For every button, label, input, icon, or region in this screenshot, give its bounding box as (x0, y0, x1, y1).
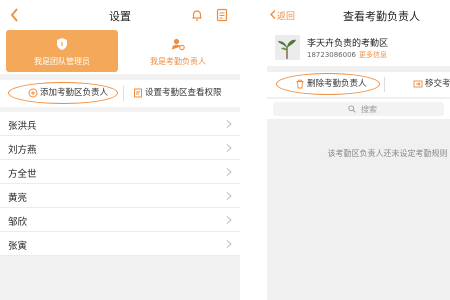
transfer-owner-label: 移交考 (425, 79, 450, 89)
screen-gap (240, 0, 267, 300)
list-item[interactable]: 黄亮 (0, 184, 240, 208)
settings-panel: 设置 我是团队管理员 我是考勤负责人 添加考勤区负责人 设置考勤区查看权限 张洪… (0, 0, 240, 300)
owner-actions: 删除考勤负责人 移交考 (267, 72, 450, 97)
owner-list: 张洪兵 刘方燕 方全世 黄亮 邹欣 张寅 (0, 112, 240, 256)
area-owner-name: 李天卉负责的考勤区 (307, 39, 389, 49)
chevron-right-icon (226, 120, 232, 128)
tab-team-admin[interactable]: 我是团队管理员 (6, 30, 118, 72)
search-input[interactable]: 搜索 (273, 102, 444, 116)
tab-attendance-owner-label: 我是考勤负责人 (150, 57, 206, 66)
document-icon (134, 88, 142, 98)
more-info-link[interactable]: 更多信息 (359, 51, 387, 59)
tab-team-admin-label: 我是团队管理员 (34, 57, 90, 66)
user-gear-icon (172, 38, 185, 51)
phone-number: 18723086006 (307, 51, 356, 59)
settings-actions: 添加考勤区负责人 设置考勤区查看权限 (0, 80, 240, 107)
chevron-right-icon (226, 192, 232, 200)
highlight-oval (276, 73, 380, 95)
search-placeholder: 搜索 (361, 105, 377, 114)
transfer-owner-button[interactable]: 移交考 (413, 76, 450, 93)
settings-header: 设置 (0, 0, 240, 30)
list-item[interactable]: 张洪兵 (0, 112, 240, 136)
back-label: 返回 (277, 12, 296, 22)
chevron-right-icon (226, 144, 232, 152)
highlight-oval (8, 82, 118, 104)
search-icon (348, 105, 356, 113)
owner-phone: 18723086006 更多信息 (307, 50, 387, 60)
owner-profile: 李天卉负责的考勤区 18723086006 更多信息 (267, 30, 450, 66)
list-item[interactable]: 邹欣 (0, 208, 240, 232)
list-item[interactable]: 刘方燕 (0, 136, 240, 160)
tab-attendance-owner[interactable]: 我是考勤负责人 (122, 30, 234, 72)
shield-icon (57, 38, 67, 50)
set-view-permission-label: 设置考勤区查看权限 (145, 88, 222, 98)
search-bar[interactable]: 搜索 (267, 99, 450, 119)
chevron-right-icon (226, 168, 232, 176)
view-owner-header: 返回 查看考勤负责人 (267, 0, 450, 30)
transfer-icon (413, 80, 423, 88)
set-view-permission-button[interactable]: 设置考勤区查看权限 (133, 85, 238, 102)
back-button[interactable]: 返回 (270, 9, 296, 22)
empty-state-text: 该考勤区负责人还未设定考勤规则 (327, 149, 448, 158)
page-title: 查看考勤负责人 (343, 10, 420, 23)
list-item[interactable]: 张寅 (0, 232, 240, 256)
divider (123, 86, 124, 101)
avatar (275, 35, 300, 60)
role-tabs: 我是团队管理员 我是考勤负责人 (0, 30, 240, 74)
owner-name: 刘方燕 (8, 145, 37, 156)
notes-icon[interactable] (215, 8, 229, 22)
view-owner-panel: 返回 查看考勤负责人 李天卉负责的考勤区 18723086006 更多信息 删除考… (267, 0, 450, 300)
owner-name: 邹欣 (8, 217, 28, 228)
chevron-right-icon (226, 216, 232, 224)
back-arrow-icon (270, 10, 276, 19)
owner-name: 方全世 (8, 169, 37, 180)
page-title: 设置 (109, 10, 131, 23)
chevron-right-icon (226, 240, 232, 248)
divider (384, 77, 385, 92)
list-item[interactable]: 方全世 (0, 160, 240, 184)
owner-name: 黄亮 (8, 193, 28, 204)
plant-image (275, 35, 300, 60)
owner-name: 张寅 (8, 241, 28, 252)
bell-icon[interactable] (190, 8, 204, 22)
owner-name: 张洪兵 (8, 121, 37, 132)
